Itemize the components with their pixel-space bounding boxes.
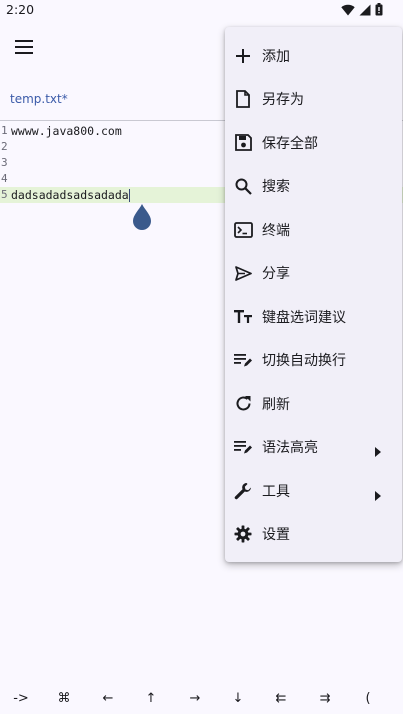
line-number: 5 [1,188,8,201]
submenu-arrow-icon [374,442,382,458]
send-icon [233,263,253,283]
symbol-key-line-end[interactable]: ⇉ [310,691,340,706]
symbol-key-down[interactable]: ↓ [223,691,253,706]
text-size-icon [233,307,253,327]
status-bar: 2:20 [0,0,403,20]
menu-item-label: 保存全部 [262,135,318,152]
refresh-icon [233,394,253,414]
line-number: 2 [1,140,8,153]
battery-icon [375,3,383,16]
text-cursor [128,188,130,202]
terminal-icon [233,220,253,240]
menu-item-label: 终端 [262,222,290,239]
menu-item-refresh[interactable]: 刷新 [225,382,402,426]
menu-item-label: 搜索 [262,179,290,196]
status-time: 2:20 [6,2,35,17]
hamburger-menu-button[interactable] [12,36,36,60]
symbol-key-arrow[interactable]: -> [6,691,36,706]
line-number: 3 [1,156,8,169]
menu-item-label: 另存为 [262,92,304,109]
status-icons [341,3,383,16]
save-icon [233,133,253,153]
plus-icon [233,46,253,66]
hamburger-menu-icon [15,39,33,58]
menu-item-label: 刷新 [262,396,290,413]
menu-item-tools[interactable]: 工具 [225,469,402,513]
wifi-icon [341,4,355,16]
menu-item-terminal[interactable]: 终端 [225,208,402,252]
line-number: 4 [1,172,8,185]
search-icon [233,176,253,196]
menu-item-search[interactable]: 搜索 [225,165,402,209]
menu-item-keyboard-suggestions[interactable]: 键盘选词建议 [225,295,402,339]
tab-temp-txt[interactable]: temp.txt* [10,92,68,106]
symbol-key-paren[interactable]: ( [353,691,383,706]
symbol-key-command[interactable]: ⌘ [49,691,79,706]
line-text: wwww.java800.com [11,124,122,138]
line-number: 1 [1,124,8,137]
menu-item-settings[interactable]: 设置 [225,513,402,557]
symbol-key-right[interactable]: → [180,691,210,706]
menu-item-label: 添加 [262,48,290,65]
wrench-icon [233,481,253,501]
edit-list-icon [233,437,253,457]
menu-item-label: 分享 [262,266,290,283]
menu-item-label: 语法高亮 [262,440,318,457]
submenu-arrow-icon [374,486,382,501]
menu-item-save-as[interactable]: 另存为 [225,78,402,122]
menu-item-save-all[interactable]: 保存全部 [225,121,402,165]
menu-item-add[interactable]: 添加 [225,34,402,78]
file-icon [233,89,253,109]
symbol-bar: -> ⌘ ← ↑ → ↓ ⇇ ⇉ ( [0,686,403,714]
menu-item-share[interactable]: 分享 [225,252,402,296]
gear-icon [233,524,253,544]
symbol-key-line-start[interactable]: ⇇ [266,691,296,706]
wrap-text-icon [233,350,253,370]
menu-item-label: 设置 [262,527,290,544]
symbol-key-up[interactable]: ↑ [136,691,166,706]
menu-item-toggle-word-wrap[interactable]: 切换自动换行 [225,339,402,383]
cursor-handle[interactable] [132,204,152,230]
menu-item-syntax-highlight[interactable]: 语法高亮 [225,426,402,470]
signal-icon [359,4,371,16]
symbol-key-left[interactable]: ← [93,691,123,706]
menu-item-label: 切换自动换行 [262,353,346,370]
menu-item-label: 工具 [262,483,290,500]
overflow-menu: 添加 另存为 保存全部 搜索 终端 分享 键盘选词建议 切换自动换行 刷新 语法… [225,27,402,562]
menu-item-label: 键盘选词建议 [262,309,346,326]
line-text: dadsadadsadsadada [11,188,129,202]
